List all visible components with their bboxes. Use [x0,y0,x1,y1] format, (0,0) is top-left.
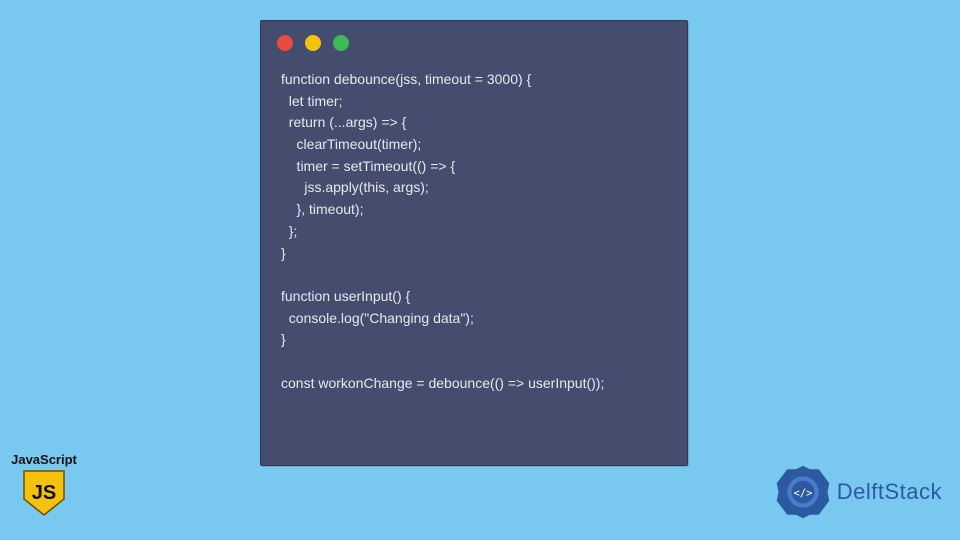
delftstack-brand-text: DelftStack [837,479,942,505]
minimize-icon [305,35,321,51]
code-block: function debounce(jss, timeout = 3000) {… [261,61,687,414]
delftstack-gear-icon: </> [775,464,831,520]
window-traffic-lights [261,21,687,61]
code-window: function debounce(jss, timeout = 3000) {… [260,20,688,466]
javascript-shield-icon: JS [20,469,68,517]
maximize-icon [333,35,349,51]
javascript-label: JavaScript [8,452,80,467]
delftstack-watermark: </> DelftStack [775,464,942,520]
js-logo-text: JS [32,482,56,504]
delftstack-icon-text: </> [793,487,812,499]
close-icon [277,35,293,51]
javascript-badge: JavaScript JS [8,452,80,522]
